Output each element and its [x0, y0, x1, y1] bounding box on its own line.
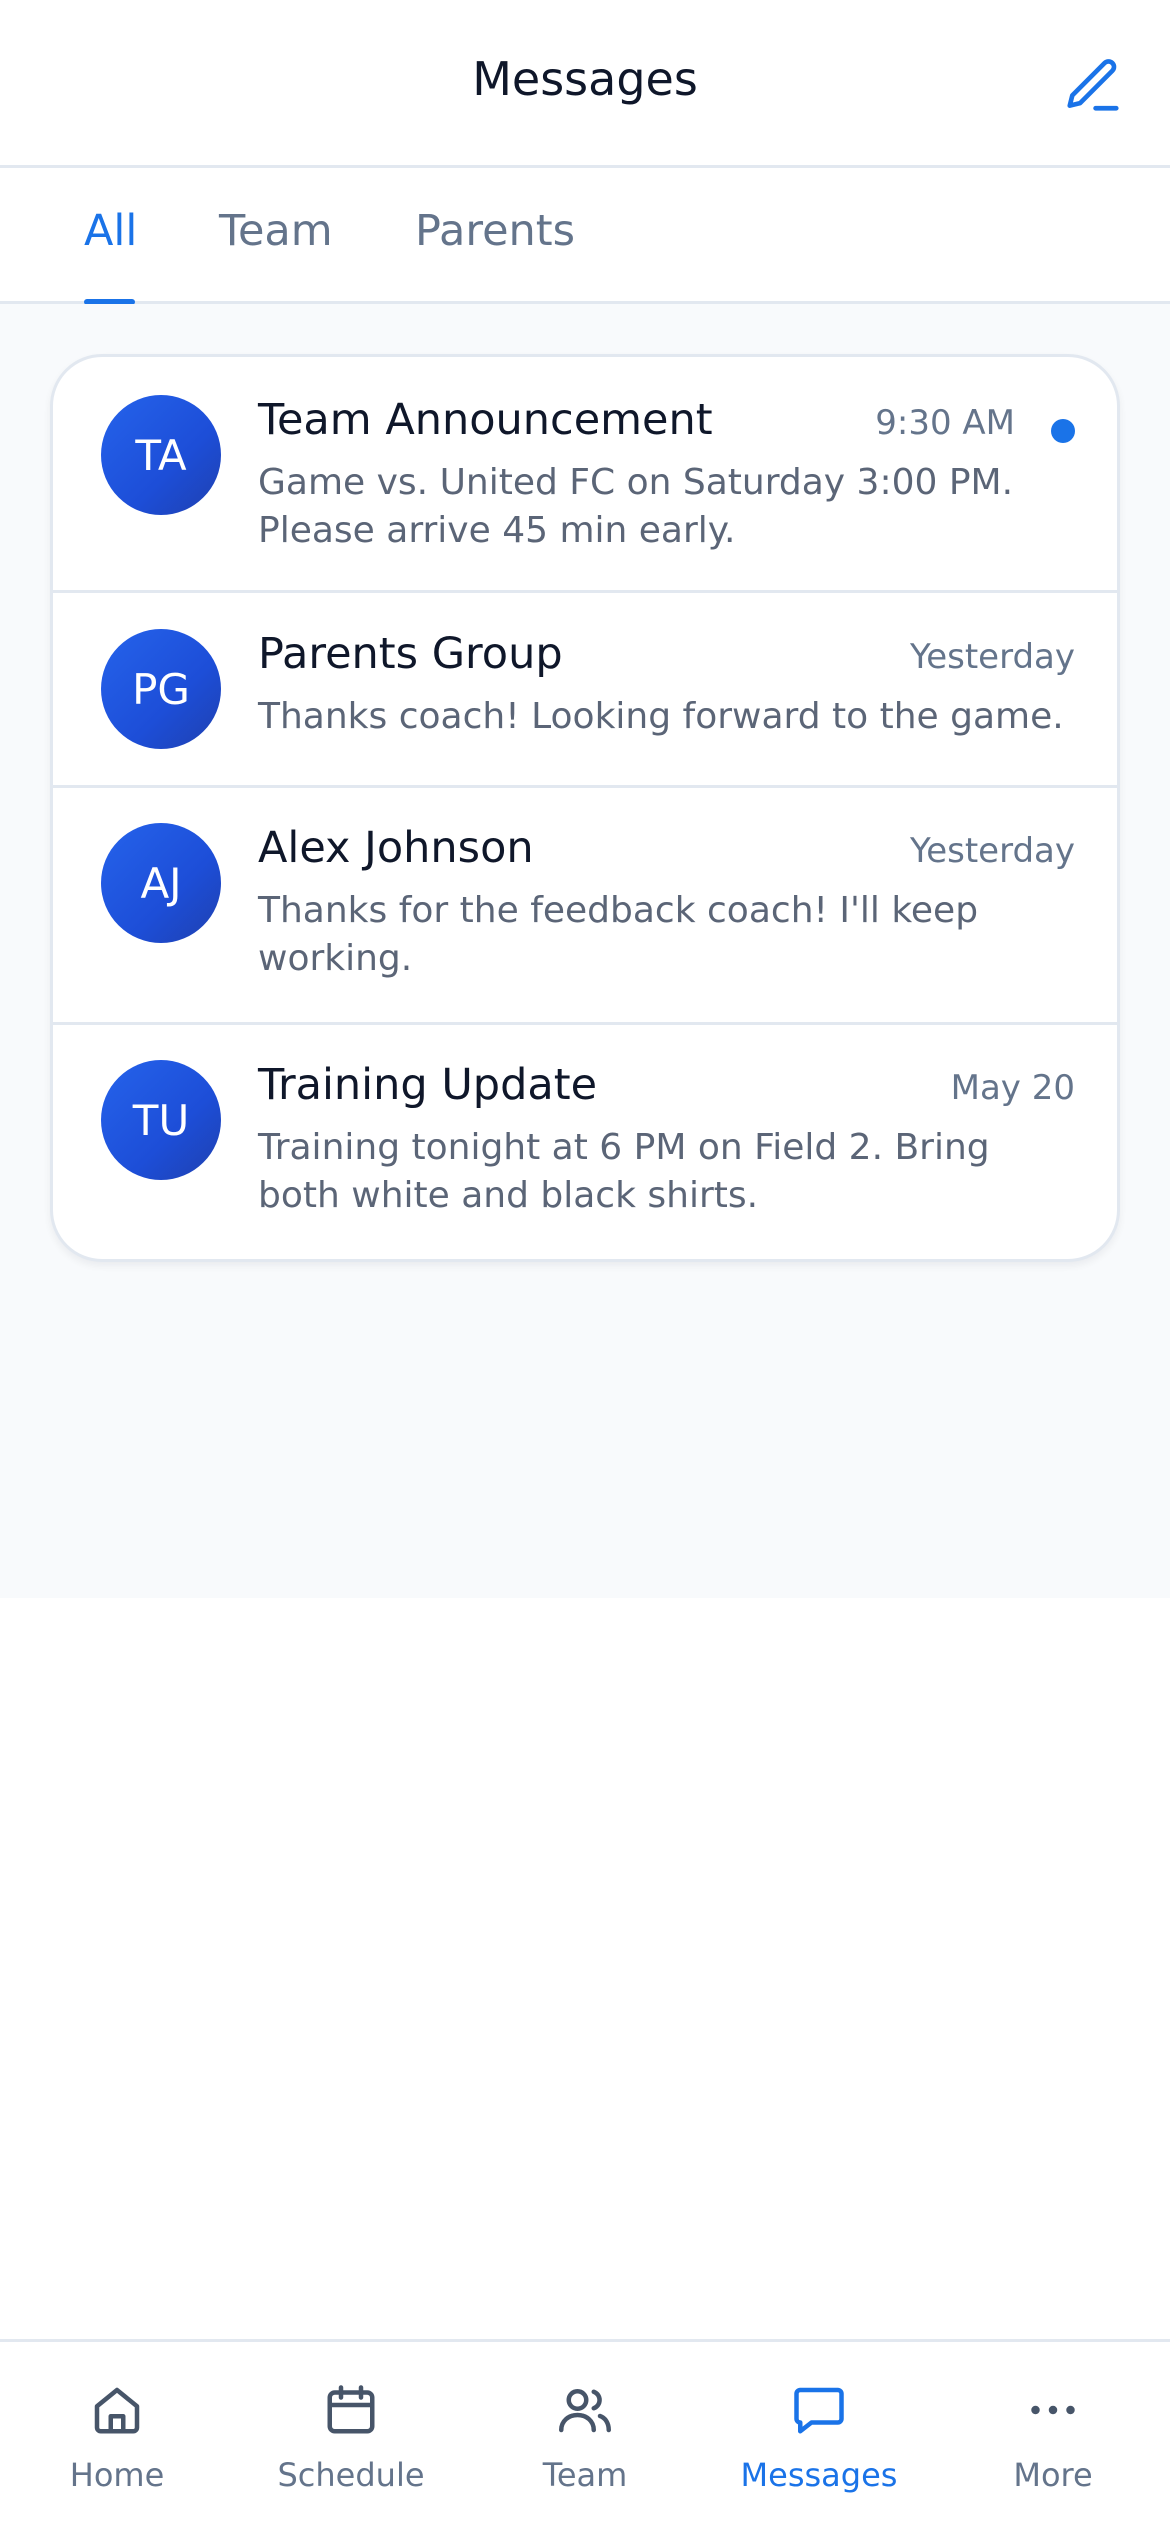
- nav-messages[interactable]: Messages: [702, 2378, 936, 2518]
- nav-home[interactable]: Home: [0, 2378, 234, 2518]
- conversation-name: Alex Johnson: [258, 823, 534, 873]
- conversation-item[interactable]: PG Parents Group Yesterday Thanks coach!…: [53, 593, 1117, 788]
- conversation-item[interactable]: TU Training Update May 20 Training tonig…: [53, 1025, 1117, 1259]
- avatar: PG: [101, 629, 221, 749]
- nav-more[interactable]: More: [936, 2378, 1170, 2518]
- message-icon: [794, 2387, 844, 2434]
- conversation-name: Team Announcement: [258, 395, 713, 445]
- home-icon: [94, 2387, 140, 2434]
- unread-indicator: [1051, 419, 1075, 443]
- avatar: TA: [101, 395, 221, 515]
- nav-schedule[interactable]: Schedule: [234, 2378, 468, 2518]
- users-icon: [559, 2389, 611, 2433]
- page-title: Messages: [472, 52, 698, 106]
- nav-label: Messages: [740, 2456, 898, 2494]
- bottom-navigation: Home Schedule Team Messages More: [0, 2339, 1170, 2532]
- avatar: AJ: [101, 823, 221, 943]
- filter-tabs: All Team Parents: [0, 168, 1170, 305]
- conversation-time: Yesterday: [909, 831, 1075, 871]
- conversation-preview: Thanks for the feedback coach! I'll keep…: [258, 890, 979, 979]
- conversation-list-area: TA Team Announcement 9:30 AM Game vs. Un…: [0, 304, 1170, 1598]
- compose-button[interactable]: [1058, 50, 1128, 120]
- tab-parents[interactable]: Parents: [415, 206, 575, 256]
- conversation-list: TA Team Announcement 9:30 AM Game vs. Un…: [50, 354, 1120, 1262]
- conversation-time: Yesterday: [909, 637, 1075, 677]
- conversation-item[interactable]: TA Team Announcement 9:30 AM Game vs. Un…: [53, 357, 1117, 593]
- conversation-time: May 20: [950, 1068, 1075, 1108]
- conversation-preview: Training tonight at 6 PM on Field 2. Bri…: [258, 1127, 990, 1216]
- conversation-name: Parents Group: [258, 629, 563, 679]
- calendar-icon: [327, 2385, 375, 2434]
- messages-screen: Messages All Team Parents TA Team Announ…: [0, 0, 1170, 2532]
- conversation-item[interactable]: AJ Alex Johnson Yesterday Thanks for the…: [53, 788, 1117, 1025]
- tab-all[interactable]: All: [84, 206, 137, 256]
- conversation-preview: Game vs. United FC on Saturday 3:00 PM. …: [258, 462, 1014, 551]
- conversation-preview: Thanks coach! Looking forward to the gam…: [258, 696, 1064, 737]
- avatar: TU: [101, 1060, 221, 1180]
- nav-team[interactable]: Team: [468, 2378, 702, 2518]
- more-icon: [1031, 2405, 1075, 2415]
- nav-label: More: [1013, 2456, 1093, 2494]
- conversation-time: 9:30 AM: [875, 403, 1015, 443]
- nav-label: Team: [542, 2456, 628, 2494]
- nav-label: Schedule: [277, 2456, 425, 2494]
- header-bar: Messages: [0, 0, 1170, 168]
- tab-team[interactable]: Team: [219, 206, 333, 256]
- conversation-name: Training Update: [258, 1060, 598, 1110]
- pencil-icon: [1067, 59, 1119, 111]
- nav-label: Home: [69, 2456, 165, 2494]
